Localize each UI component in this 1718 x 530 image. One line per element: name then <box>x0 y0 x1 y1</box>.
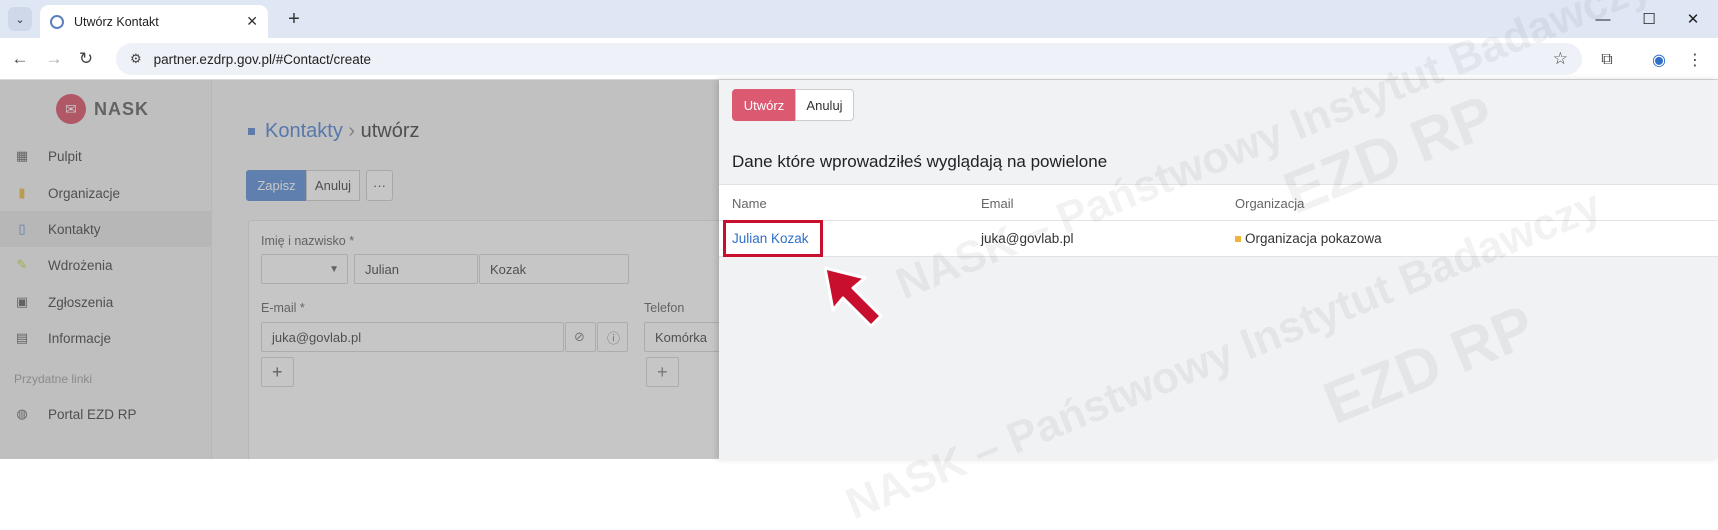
back-icon[interactable]: ← <box>6 45 34 73</box>
maximize-window-icon[interactable]: ☐ <box>1624 0 1674 38</box>
new-tab-icon[interactable]: + <box>282 7 306 31</box>
tab-title: Utwórz Kontakt <box>74 14 159 29</box>
panel-cancel-button[interactable]: Anuluj <box>795 89 854 121</box>
tab-search-dropdown-icon[interactable]: ⌄ <box>8 7 32 31</box>
close-window-icon[interactable]: ✕ <box>1668 0 1718 38</box>
table-row[interactable]: Julian Kozak juka@govlab.pl Organizacja … <box>719 220 1718 257</box>
browser-toolbar: ← → ↻ ⚙ partner.ezdrp.gov.pl/#Contact/cr… <box>0 38 1718 80</box>
modal-backdrop[interactable] <box>0 80 719 459</box>
duplicate-contacts-panel: Utwórz Anuluj Dane które wprowadziłeś wy… <box>719 0 1718 529</box>
duplicates-table: Name Email Organizacja Julian Kozak juka… <box>719 184 1718 257</box>
forward-icon[interactable]: → <box>40 45 68 73</box>
table-header: Name Email Organizacja <box>719 185 1718 221</box>
duplicate-contact-organization[interactable]: Organizacja pokazowa <box>1235 231 1382 246</box>
reload-icon[interactable]: ↻ <box>72 45 100 73</box>
watermark-logo-lower: EZD RP <box>1314 292 1544 437</box>
column-header-email[interactable]: Email <box>981 196 1014 211</box>
organization-name: Organizacja pokazowa <box>1245 231 1382 246</box>
close-tab-icon[interactable]: ✕ <box>246 13 258 30</box>
address-url[interactable]: partner.ezdrp.gov.pl/#Contact/create <box>154 52 371 67</box>
bookmark-star-icon[interactable]: ☆ <box>1553 49 1568 69</box>
address-bar[interactable]: ⚙ partner.ezdrp.gov.pl/#Contact/create ☆ <box>116 43 1582 75</box>
column-header-organization[interactable]: Organizacja <box>1235 196 1304 211</box>
red-arrow-pointer-icon <box>823 266 883 328</box>
minimize-window-icon[interactable]: — <box>1578 0 1628 38</box>
profile-icon[interactable]: ◉ <box>1646 47 1672 73</box>
browser-menu-icon[interactable]: ⋮ <box>1682 47 1708 73</box>
browser-tab-strip: ⌄ Utwórz Kontakt ✕ + — ☐ ✕ <box>0 0 1718 38</box>
extensions-icon[interactable]: ⧉ <box>1594 47 1620 73</box>
site-favicon-icon <box>50 14 64 29</box>
organization-marker-icon <box>1235 236 1241 243</box>
duplicate-contact-link[interactable]: Julian Kozak <box>732 231 809 246</box>
column-header-name[interactable]: Name <box>732 196 767 211</box>
duplicate-contact-email: juka@govlab.pl <box>981 231 1074 246</box>
duplicate-warning-title: Dane które wprowadziłeś wyglądają na pow… <box>732 152 1108 171</box>
browser-tab-active[interactable]: Utwórz Kontakt ✕ <box>40 5 268 38</box>
create-button[interactable]: Utwórz <box>732 89 796 121</box>
site-settings-icon[interactable]: ⚙ <box>130 51 142 67</box>
